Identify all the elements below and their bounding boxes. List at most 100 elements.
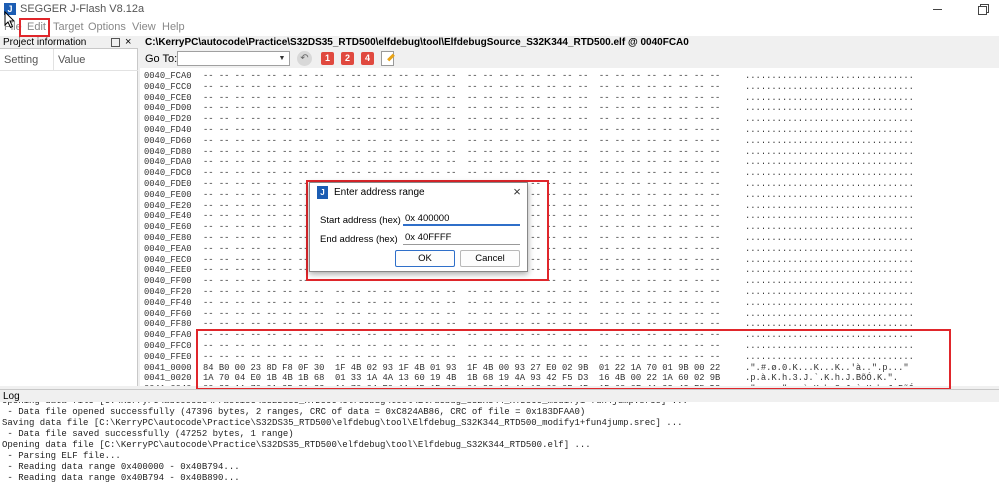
column-divider[interactable] <box>53 49 54 70</box>
memory-ascii: ................................ <box>745 265 914 276</box>
menu-options[interactable]: Options <box>88 21 126 33</box>
memory-ascii: ................................ <box>745 125 914 135</box>
memory-addr: 0040_FFE0 <box>144 351 192 362</box>
log-line: Opening data file [C:\KerryPC\autocode\P… <box>2 440 591 450</box>
memory-hex: -- -- -- -- -- -- -- -- -- -- -- -- -- -… <box>203 114 721 125</box>
start-address-input[interactable] <box>403 212 520 226</box>
menu-help[interactable]: Help <box>162 21 185 33</box>
memory-hex: -- -- -- -- -- -- -- -- -- -- -- -- -- -… <box>203 319 721 330</box>
float-panel-icon[interactable] <box>111 38 120 47</box>
memory-hex: -- -- -- -- -- -- -- -- -- -- -- -- -- -… <box>203 81 721 92</box>
menu-bar: File Edit Target Options View Help <box>0 19 999 36</box>
project-properties-list: Setting Value <box>0 49 138 386</box>
memory-ascii: ................................ <box>745 276 914 287</box>
memory-ascii: ................................ <box>745 103 914 114</box>
memory-addr: 0040_FD60 <box>144 135 192 146</box>
window-title: SEGGER J-Flash V8.12a <box>20 3 145 15</box>
memory-window-title: C:\KerryPC\autocode\Practice\S32DS35_RTD… <box>145 37 689 48</box>
memory-addr: 0040_FD80 <box>144 146 192 157</box>
memory-hex: -- -- -- -- -- -- -- -- -- -- -- -- -- -… <box>203 168 721 179</box>
memory-addr: 0041_0000 <box>144 362 192 373</box>
memory-hex: -- -- -- -- -- -- -- -- -- -- -- -- -- -… <box>203 135 721 146</box>
memory-addr: 0040_FFC0 <box>144 341 192 351</box>
memory-addr: 0040_FFA0 <box>144 330 192 341</box>
address-range-dialog: J Enter address range × Start address (h… <box>309 182 528 272</box>
memory-ascii: ................................ <box>745 233 914 243</box>
cancel-button[interactable]: Cancel <box>460 250 520 267</box>
memory-hex: -- -- -- -- -- -- -- -- -- -- -- -- -- -… <box>203 297 721 308</box>
memory-ascii: ................................ <box>745 71 914 81</box>
column-header-value[interactable]: Value <box>58 54 85 66</box>
log-line: - Data file opened successfully (47396 b… <box>2 407 586 417</box>
memory-ascii: ................................ <box>745 157 914 168</box>
go-back-icon[interactable]: ↶ <box>297 51 312 66</box>
memory-addr: 0040_FF40 <box>144 297 192 308</box>
end-address-input[interactable] <box>403 231 520 245</box>
memory-hex: -- -- -- -- -- -- -- -- -- -- -- -- -- -… <box>203 146 721 157</box>
restore-icon[interactable] <box>975 2 991 16</box>
memory-addr: 0040_FD00 <box>144 103 192 114</box>
memory-hex: -- -- -- -- -- -- -- -- -- -- -- -- -- -… <box>203 287 721 297</box>
memory-addr: 0040_FE80 <box>144 233 192 243</box>
close-icon[interactable]: × <box>510 185 524 199</box>
menu-view[interactable]: View <box>132 21 156 33</box>
log-line: Saving data file [C:\KerryPC\autocode\Pr… <box>2 418 683 428</box>
chevron-down-icon[interactable]: ▼ <box>276 53 288 64</box>
memory-ascii: ................................ <box>745 297 914 308</box>
memory-hex: -- -- -- -- -- -- -- -- -- -- -- -- -- -… <box>203 71 721 81</box>
memory-addr: 0040_FF80 <box>144 319 192 330</box>
memory-hex: -- -- -- -- -- -- -- -- -- -- -- -- -- -… <box>203 125 721 135</box>
memory-addr: 0040_FD20 <box>144 114 192 125</box>
memory-addr: 0040_FCE0 <box>144 92 192 103</box>
title-bar: J SEGGER J-Flash V8.12a <box>0 0 999 19</box>
log-output[interactable]: Opening data file [C:\KerryPC\autocode\P… <box>0 402 999 483</box>
memory-addr: 0040_FEC0 <box>144 254 192 265</box>
memory-ascii: ................................ <box>745 135 914 146</box>
goto-address-combo[interactable]: ▼ <box>177 51 290 66</box>
log-panel-header: Log <box>0 389 999 402</box>
memory-addr: 0040_FD40 <box>144 125 192 135</box>
data-region-highlight-box <box>196 329 951 390</box>
memory-addr: 0040_FDE0 <box>144 179 192 189</box>
memory-addr: 0040_FDC0 <box>144 168 192 179</box>
memory-addr: 0040_FF20 <box>144 287 192 297</box>
memory-ascii: ................................ <box>745 81 914 92</box>
memory-addr: 0040_FF00 <box>144 276 192 287</box>
end-address-label: End address (hex) <box>320 234 398 245</box>
mouse-cursor-icon <box>4 11 16 29</box>
memory-ascii: ................................ <box>745 287 914 297</box>
memory-addr: 0041_0020 <box>144 373 192 384</box>
view-2-byte-button[interactable]: 2 <box>341 52 354 65</box>
goto-label: Go To: <box>145 53 178 65</box>
memory-addr: 0040_FEA0 <box>144 243 192 254</box>
project-panel-title: Project information <box>3 37 87 48</box>
view-4-byte-button[interactable]: 4 <box>361 52 374 65</box>
minimize-icon[interactable] <box>930 2 946 16</box>
start-address-label: Start address (hex) <box>320 215 401 226</box>
memory-ascii: ................................ <box>745 179 914 189</box>
memory-addr: 0040_FCA0 <box>144 71 192 81</box>
edit-document-icon[interactable] <box>381 51 394 66</box>
log-line: - Reading data range 0x400000 - 0x40B794… <box>2 462 240 472</box>
menu-target[interactable]: Target <box>53 21 84 33</box>
view-1-byte-button[interactable]: 1 <box>321 52 334 65</box>
log-line: - Data file saved successfully (47252 by… <box>2 429 294 439</box>
memory-ascii: ................................ <box>745 146 914 157</box>
memory-ascii: ................................ <box>745 92 914 103</box>
memory-toolbar: Go To: ▼ ↶ 1 2 4 <box>140 49 999 68</box>
memory-ascii: ................................ <box>745 222 914 233</box>
ok-button[interactable]: OK <box>395 250 455 267</box>
memory-ascii: ................................ <box>745 319 914 330</box>
header-divider <box>0 70 138 71</box>
memory-addr: 0040_FE00 <box>144 189 192 200</box>
memory-addr: 0040_FE20 <box>144 200 192 211</box>
dialog-title: Enter address range <box>334 187 425 198</box>
close-panel-icon[interactable]: × <box>125 36 131 48</box>
memory-addr: 0040_FE40 <box>144 211 192 222</box>
memory-addr: 0041_0040 <box>144 384 192 386</box>
memory-addr: 0040_FDA0 <box>144 157 192 168</box>
column-header-setting[interactable]: Setting <box>4 54 38 66</box>
memory-addr: 0040_FF60 <box>144 308 192 319</box>
project-panel-header: Project information × <box>0 36 138 49</box>
memory-ascii: ................................ <box>745 254 914 265</box>
